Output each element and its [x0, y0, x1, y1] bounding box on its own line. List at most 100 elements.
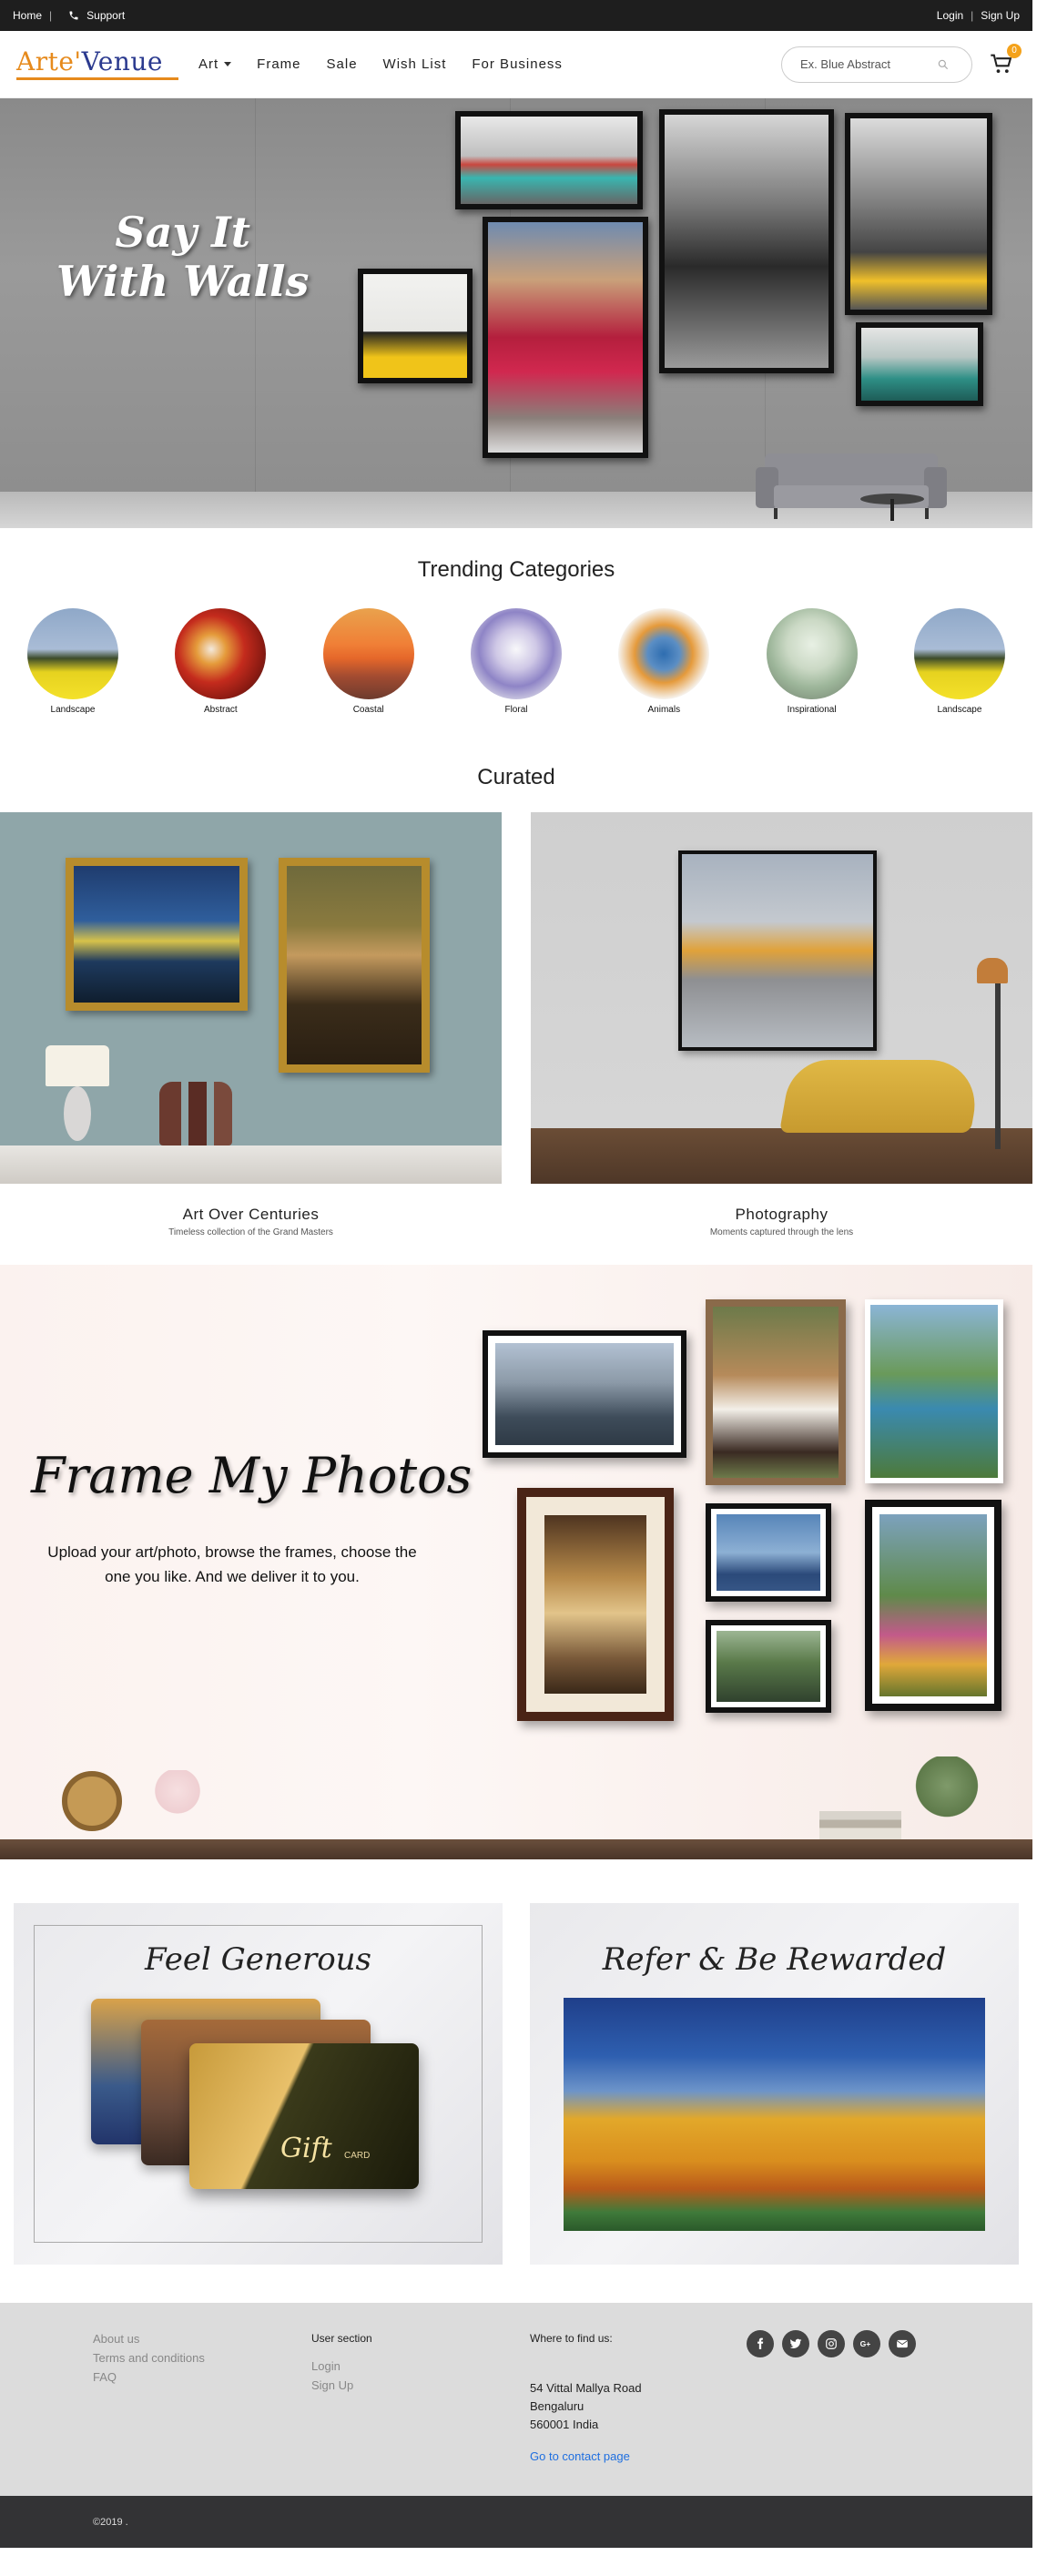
cart-count-badge: 0: [1007, 43, 1022, 58]
content: Home | Support Login | Sign Up Arte'Venu…: [0, 0, 1032, 2548]
main-nav: Art Frame Sale Wish List For Business: [198, 56, 563, 72]
category-list: Landscape Abstract Coastal Floral Animal…: [0, 608, 1032, 715]
frame-my-photos-banner[interactable]: Frame My Photos Upload your art/photo, b…: [0, 1265, 1032, 1859]
category-label: Landscape: [50, 705, 96, 715]
twitter-icon[interactable]: [782, 2330, 809, 2357]
footer-address-line: 560001 India: [530, 2418, 599, 2431]
tree-photo-frame: [678, 850, 877, 1051]
curated-grid: Art Over Centuries Timeless collection o…: [0, 812, 1032, 1237]
footer-link-signup[interactable]: Sign Up: [311, 2378, 372, 2392]
trending-title: Trending Categories: [417, 557, 615, 582]
footer-link-terms[interactable]: Terms and conditions: [93, 2351, 205, 2365]
hero-title-line1: Say It: [115, 208, 250, 257]
category-floral[interactable]: Floral: [470, 608, 562, 715]
hero-title: Say It With Walls: [56, 208, 309, 306]
search-box: [781, 46, 972, 83]
support-link[interactable]: Support: [86, 9, 125, 22]
gift-card-title: Feel Generous: [144, 1941, 372, 1978]
search-icon[interactable]: [937, 58, 950, 71]
footer-user-section-title: User section: [311, 2332, 372, 2345]
books: [819, 1811, 901, 1839]
vases: [159, 1082, 232, 1145]
home-link[interactable]: Home: [13, 9, 42, 22]
footer-address-line: Bengaluru: [530, 2399, 584, 2413]
category-abstract[interactable]: Abstract: [175, 608, 267, 715]
curated-section: Curated Art Over Centuries Timeless coll…: [0, 756, 1032, 1237]
svg-text:G+: G+: [860, 2339, 871, 2348]
footer-link-about[interactable]: About us: [93, 2332, 205, 2346]
login-link[interactable]: Login: [937, 9, 963, 22]
category-image: [618, 608, 710, 699]
photo-frame-dog: [706, 1299, 846, 1485]
category-landscape[interactable]: Landscape: [913, 608, 1005, 715]
frame-my-photos-text: Upload your art/photo, browse the frames…: [47, 1543, 417, 1585]
refer-promo[interactable]: Refer & Be Rewarded: [530, 1903, 1019, 2265]
category-coastal[interactable]: Coastal: [322, 608, 414, 715]
separator: |: [49, 9, 53, 22]
starry-night-frame: [66, 858, 248, 1011]
artwork-abstract: [358, 269, 473, 383]
search-input[interactable]: [800, 57, 937, 71]
category-label: Coastal: [352, 705, 384, 715]
footer-address-line: 54 Vittal Mallya Road: [530, 2381, 642, 2395]
category-inspirational[interactable]: Inspirational: [766, 608, 858, 715]
top-bar-left: Home | Support: [13, 9, 125, 22]
category-animals[interactable]: Animals: [618, 608, 710, 715]
photo-frame-cathedral: [517, 1488, 674, 1721]
contact-page-link[interactable]: Go to contact page: [530, 2449, 642, 2463]
curated-image-gallery-wall: [0, 812, 502, 1184]
nav-label: Wish List: [382, 56, 447, 72]
sofa-illustration: [756, 453, 947, 521]
photo-frame-harbor: [483, 1330, 686, 1458]
nav-label: Art: [198, 56, 219, 72]
chevron-down-icon: [224, 62, 232, 66]
photo-frame-path: [706, 1620, 831, 1713]
gift-card-promo[interactable]: Feel Generous Gift CARD: [14, 1903, 503, 2265]
logo[interactable]: Arte'Venue: [16, 48, 178, 80]
nav-item-for-business[interactable]: For Business: [472, 56, 563, 72]
category-image: [27, 608, 118, 699]
artwork-marilyn: [483, 217, 648, 458]
nav-label: Sale: [326, 56, 358, 72]
footer-link-login[interactable]: Login: [311, 2359, 372, 2373]
nav-item-art[interactable]: Art: [198, 56, 232, 72]
category-label: Inspirational: [787, 705, 837, 715]
nav-label: For Business: [472, 56, 563, 72]
google-plus-icon[interactable]: G+: [853, 2330, 880, 2357]
artwork-suit: [659, 109, 834, 373]
category-label: Floral: [504, 705, 528, 715]
photo-frame-garden: [865, 1500, 1001, 1711]
cart-button[interactable]: 0: [989, 43, 1022, 78]
plant-pot: [906, 1756, 988, 1840]
curated-card-art-over-centuries[interactable]: Art Over Centuries Timeless collection o…: [0, 812, 502, 1237]
instagram-icon[interactable]: [818, 2330, 845, 2357]
photo-frame-lake: [706, 1503, 831, 1602]
category-label: Abstract: [203, 705, 238, 715]
trending-section: Trending Categories Landscape Abstract C…: [0, 528, 1032, 756]
footer-find-us-title: Where to find us:: [530, 2332, 613, 2345]
nav-item-frame[interactable]: Frame: [257, 56, 300, 72]
curated-title: Curated: [477, 765, 555, 789]
hero-banner[interactable]: Say It With Walls: [0, 98, 1032, 528]
curated-card-subtitle: Moments captured through the lens: [709, 1227, 854, 1237]
page: Home | Support Login | Sign Up Arte'Venu…: [0, 0, 1047, 2576]
promo-section: Feel Generous Gift CARD Refer & Be Rewar…: [0, 1903, 1032, 2265]
nav-item-wish-list[interactable]: Wish List: [383, 56, 447, 72]
facebook-icon[interactable]: [747, 2330, 774, 2357]
top-bar-right: Login | Sign Up: [937, 9, 1020, 22]
curated-card-photography[interactable]: Photography Moments captured through the…: [531, 812, 1032, 1237]
signup-link[interactable]: Sign Up: [981, 9, 1020, 22]
category-landscape[interactable]: Landscape: [27, 608, 118, 715]
curated-card-title: Photography: [735, 1206, 828, 1223]
footer-find-us: Where to find us: 54 Vittal Mallya Road …: [530, 2332, 642, 2463]
nav-item-sale[interactable]: Sale: [327, 56, 358, 72]
logo-underline: [16, 77, 178, 80]
lamp: [46, 1045, 109, 1145]
top-bar: Home | Support Login | Sign Up: [0, 0, 1032, 31]
footer-link-faq[interactable]: FAQ: [93, 2370, 205, 2384]
category-image: [766, 608, 858, 699]
frame-my-photos-title: Frame My Photos: [31, 1447, 473, 1504]
email-icon[interactable]: [889, 2330, 916, 2357]
category-image: [175, 608, 267, 699]
wheatfield-painting: [564, 1998, 985, 2231]
